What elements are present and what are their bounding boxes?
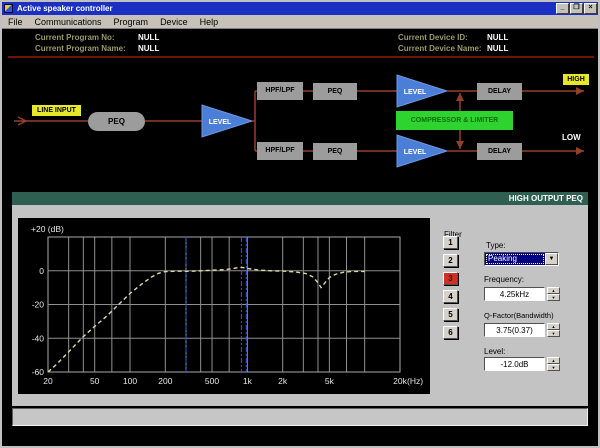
menu-communications[interactable]: Communications — [29, 17, 108, 27]
app-window: Active speaker controller _ ❐ × File Com… — [0, 0, 600, 448]
x-tick-label: 200 — [158, 376, 172, 386]
y-tick-label: -20 — [32, 300, 45, 310]
type-selected-value: Peaking — [485, 253, 545, 265]
low-delay-block[interactable]: DELAY — [477, 143, 522, 160]
type-dropdown[interactable]: Peaking ▼ — [484, 252, 559, 266]
close-button[interactable]: × — [584, 3, 597, 14]
x-tick-label: 1k — [243, 376, 253, 386]
app-icon — [4, 4, 13, 13]
program-no-value: NULL — [138, 33, 159, 42]
device-id-label: Current Device ID: — [398, 33, 468, 42]
status-bar — [12, 408, 588, 426]
response-curve[interactable] — [48, 267, 365, 372]
x-tick-label: 500 — [205, 376, 219, 386]
x-tick-label: 50 — [90, 376, 100, 386]
frequency-field[interactable] — [484, 287, 545, 301]
filter-button-5[interactable]: 5 — [443, 308, 458, 321]
low-peq-block[interactable]: PEQ — [313, 143, 357, 160]
low-hpf-lpf-block[interactable]: HPF/LPF — [257, 142, 303, 160]
program-name-value: NULL — [138, 44, 159, 53]
device-name-value: NULL — [487, 44, 508, 53]
q-factor-field[interactable] — [484, 323, 545, 337]
program-name-label: Current Program Name: — [35, 44, 126, 53]
filter-button-1[interactable]: 1 — [443, 236, 458, 249]
eq-plot[interactable]: 20 50 100 200 500 1k 2k 5k 20k(Hz) +20 (dB) 0 -20 -4… — [18, 218, 430, 394]
menu-file[interactable]: File — [2, 17, 29, 27]
compressor-limiter-block[interactable]: COMPRESSOR & LIMITER — [396, 111, 513, 130]
title-bar: Active speaker controller _ ❐ × — [2, 2, 598, 15]
peq-panel-header: HIGH OUTPUT PEQ — [12, 192, 588, 205]
maximize-button[interactable]: ❐ — [570, 3, 583, 14]
filter-button-4[interactable]: 4 — [443, 290, 458, 303]
level-up-icon[interactable]: ▲ — [547, 357, 560, 364]
high-hpf-lpf-block[interactable]: HPF/LPF — [257, 82, 303, 100]
compressor-down-arrow-icon — [456, 141, 464, 149]
q-factor-up-icon[interactable]: ▲ — [547, 323, 560, 330]
chevron-down-icon[interactable]: ▼ — [545, 253, 558, 265]
level-spinner: ▲ ▼ — [547, 357, 560, 371]
type-label: Type: — [486, 241, 506, 250]
frequency-label: Frequency: — [484, 275, 524, 284]
device-name-label: Current Device Name: — [398, 44, 482, 53]
level-label: Level: — [484, 347, 505, 356]
menu-program[interactable]: Program — [108, 17, 155, 27]
filter-button-3[interactable]: 3 — [443, 272, 458, 285]
menu-help[interactable]: Help — [194, 17, 225, 27]
high-peq-block[interactable]: PEQ — [313, 83, 357, 100]
high-delay-block[interactable]: DELAY — [477, 83, 522, 100]
x-tick-label: 5k — [325, 376, 335, 386]
program-no-label: Current Program No: — [35, 33, 115, 42]
frequency-spinner: ▲ ▼ — [547, 287, 560, 301]
compressor-up-arrow-icon — [456, 93, 464, 101]
menu-device[interactable]: Device — [154, 17, 194, 27]
q-factor-label: Q-Factor(Bandwidth) — [484, 311, 554, 320]
device-id-value: NULL — [487, 33, 508, 42]
filter-button-2[interactable]: 2 — [443, 254, 458, 267]
y-tick-label: 0 — [39, 266, 44, 276]
level-field[interactable] — [484, 357, 545, 371]
x-tick-label: 2k — [278, 376, 288, 386]
x-tick-label: 20k — [393, 376, 407, 386]
q-factor-spinner: ▲ ▼ — [547, 323, 560, 337]
level-down-icon[interactable]: ▼ — [547, 364, 560, 371]
separator-line — [8, 56, 594, 58]
high-level-label: LEVEL — [404, 89, 427, 96]
high-output-tag: HIGH — [563, 74, 589, 85]
window-title: Active speaker controller — [17, 4, 556, 13]
menu-bar: File Communications Program Device Help — [2, 15, 598, 29]
frequency-up-icon[interactable]: ▲ — [547, 287, 560, 294]
low-level-label: LEVEL — [404, 149, 427, 156]
eq-graph[interactable]: 20 50 100 200 500 1k 2k 5k 20k(Hz) +20 (dB) 0 -20 -4… — [18, 218, 430, 394]
x-axis-unit: (Hz) — [407, 376, 423, 386]
frequency-down-icon[interactable]: ▼ — [547, 294, 560, 301]
y-tick-label: -40 — [32, 333, 45, 343]
low-output-arrow-icon — [576, 147, 584, 155]
x-tick-label: 100 — [123, 376, 137, 386]
x-tick-label: 20 — [43, 376, 53, 386]
input-level-label: LEVEL — [209, 119, 232, 126]
high-output-arrow-icon — [576, 87, 584, 95]
filter-button-6[interactable]: 6 — [443, 326, 458, 339]
minimize-button[interactable]: _ — [556, 3, 569, 14]
line-input-tag: LINE INPUT — [32, 105, 81, 116]
y-tick-label: -60 — [32, 367, 45, 377]
y-tick-label: +20 (dB) — [31, 224, 64, 234]
input-peq-block[interactable]: PEQ — [88, 112, 145, 131]
low-output-tag: LOW — [562, 133, 581, 142]
q-factor-down-icon[interactable]: ▼ — [547, 330, 560, 337]
